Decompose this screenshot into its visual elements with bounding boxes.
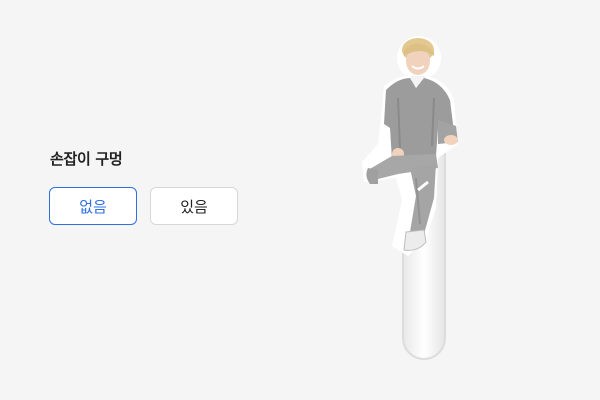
handle-hole-option-group: 없음 있음 xyxy=(49,187,238,225)
option-yes-button[interactable]: 있음 xyxy=(150,187,238,225)
option-none-button[interactable]: 없음 xyxy=(49,187,137,225)
option-title: 손잡이 구멍 xyxy=(50,150,123,168)
acrylic-stand-preview-image xyxy=(362,36,458,360)
